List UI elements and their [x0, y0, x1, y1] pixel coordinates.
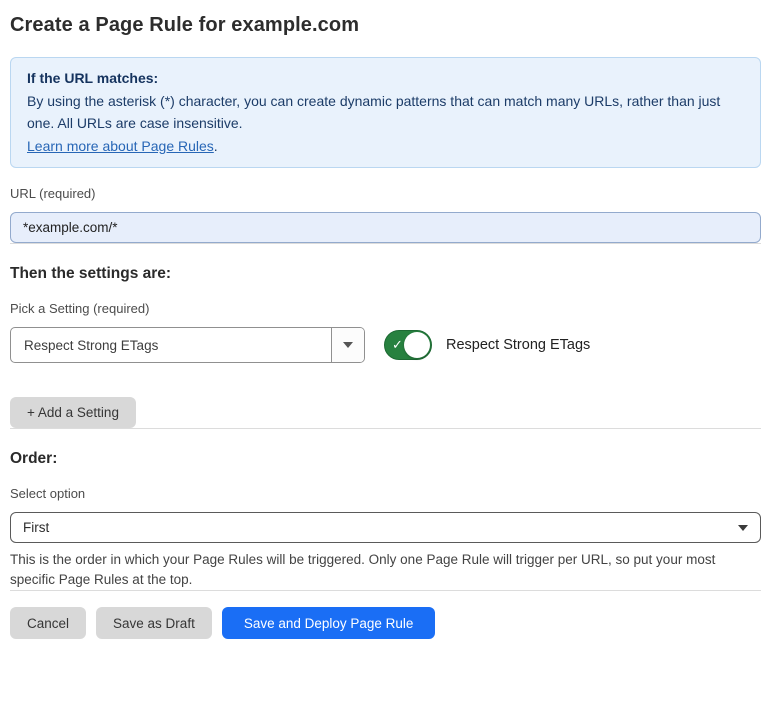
info-box-link-line: Learn more about Page Rules.	[27, 135, 744, 158]
setting-toggle[interactable]: ✓	[384, 330, 432, 360]
url-field-label: URL (required)	[10, 186, 761, 201]
form-footer: Cancel Save as Draft Save and Deploy Pag…	[10, 607, 761, 639]
url-match-info-box: If the URL matches: By using the asteris…	[10, 57, 761, 168]
toggle-label: Respect Strong ETags	[446, 337, 590, 353]
order-select[interactable]: First	[10, 512, 761, 543]
link-suffix: .	[214, 138, 218, 154]
chevron-down-icon	[738, 525, 748, 531]
save-draft-button[interactable]: Save as Draft	[96, 607, 212, 639]
info-box-body: By using the asterisk (*) character, you…	[27, 90, 744, 135]
cancel-button[interactable]: Cancel	[10, 607, 86, 639]
check-icon: ✓	[392, 338, 403, 351]
divider	[10, 243, 761, 244]
order-select-value: First	[23, 520, 738, 535]
url-input[interactable]	[10, 212, 761, 243]
save-deploy-button[interactable]: Save and Deploy Page Rule	[222, 607, 436, 639]
setting-row: Respect Strong ETags ✓ Respect Strong ET…	[10, 327, 761, 363]
setting-select-arrow-button[interactable]	[331, 328, 364, 362]
pick-setting-label: Pick a Setting (required)	[10, 301, 761, 316]
order-section-heading: Order:	[10, 450, 761, 468]
divider	[10, 428, 761, 429]
setting-select[interactable]: Respect Strong ETags	[10, 327, 365, 363]
order-help-text: This is the order in which your Page Rul…	[10, 550, 761, 590]
learn-more-link[interactable]: Learn more about Page Rules	[27, 138, 214, 154]
page-rule-form: Create a Page Rule for example.com If th…	[10, 14, 761, 639]
divider	[10, 590, 761, 591]
settings-section-heading: Then the settings are:	[10, 265, 761, 283]
page-title: Create a Page Rule for example.com	[10, 14, 761, 37]
setting-select-value: Respect Strong ETags	[11, 328, 331, 362]
info-box-heading: If the URL matches:	[27, 67, 744, 90]
order-select-label: Select option	[10, 486, 761, 501]
toggle-knob	[404, 332, 430, 358]
chevron-down-icon	[343, 342, 353, 348]
add-setting-button[interactable]: + Add a Setting	[10, 397, 136, 428]
